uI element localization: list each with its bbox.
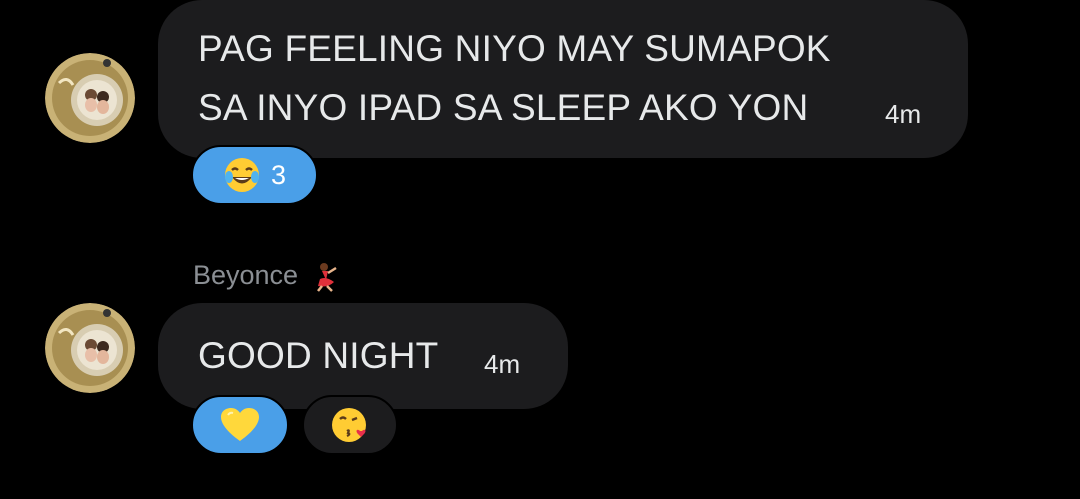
message-timestamp: 4m [885,99,922,129]
message-text: GOOD NIGHT [198,335,439,376]
avatar[interactable] [45,53,135,143]
sender-name-text: Beyonce [193,260,299,290]
reaction-count: 3 [270,159,287,190]
dancer-icon [312,262,340,292]
message-text-line: PAG FEELING NIYO MAY SUMAPOK [198,28,831,69]
avatar[interactable] [45,303,135,393]
face-blowing-a-kiss-icon [330,405,370,445]
reaction-pill[interactable]: 3 [191,145,318,205]
face-with-tears-of-joy-icon [223,156,261,194]
reaction-pill[interactable] [302,395,398,455]
yellow-heart-icon [220,407,260,443]
reaction-pill[interactable] [191,395,289,455]
sender-name[interactable]: Beyonce [193,260,340,292]
message-bubble[interactable]: PAG FEELING NIYO MAY SUMAPOK SA INYO IPA… [158,0,968,158]
message-bubble[interactable]: GOOD NIGHT 4m [158,303,568,409]
message-text-line: SA INYO IPAD SA SLEEP AKO YON [198,87,809,128]
message-timestamp: 4m [484,349,521,379]
